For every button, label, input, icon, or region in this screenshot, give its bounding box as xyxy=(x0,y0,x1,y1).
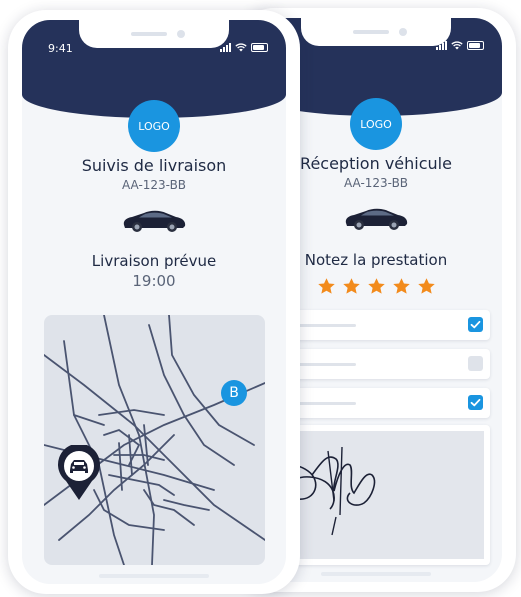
checkbox[interactable] xyxy=(468,317,483,332)
signal-icon xyxy=(436,40,447,50)
tracking-screen: 9:41 LOGO Suivis de livraison AA-123-BB … xyxy=(22,20,286,584)
brand-logo: LOGO xyxy=(128,100,180,152)
home-indicator xyxy=(99,574,209,578)
battery-icon xyxy=(467,40,484,50)
star-icon[interactable] xyxy=(392,277,411,296)
delivery-map[interactable]: B xyxy=(44,315,265,565)
star-icon[interactable] xyxy=(342,277,361,296)
status-icons xyxy=(436,40,484,50)
checkbox[interactable] xyxy=(468,356,483,371)
star-icon[interactable] xyxy=(417,277,436,296)
phone-notch xyxy=(79,20,229,48)
battery-icon xyxy=(251,42,268,52)
page-title: Suivis de livraison xyxy=(81,156,227,175)
status-icons xyxy=(220,42,268,52)
checkmark-icon xyxy=(470,320,481,329)
star-icon[interactable] xyxy=(317,277,336,296)
star-icon[interactable] xyxy=(367,277,386,296)
street-map xyxy=(44,315,265,565)
wifi-icon xyxy=(451,40,463,49)
car-pin-icon[interactable] xyxy=(57,445,101,501)
destination-marker[interactable]: B xyxy=(221,380,247,406)
brand-logo: LOGO xyxy=(350,98,402,150)
home-indicator xyxy=(321,572,431,576)
checkmark-icon xyxy=(470,398,481,407)
delivery-label: Livraison prévue xyxy=(91,252,217,270)
status-time: 9:41 xyxy=(48,42,73,55)
delivery-eta: 19:00 xyxy=(132,272,176,290)
car-icon xyxy=(123,210,186,232)
wifi-icon xyxy=(235,42,247,51)
license-plate: AA-123-BB xyxy=(121,178,187,192)
car-icon xyxy=(345,208,408,230)
checkbox[interactable] xyxy=(468,395,483,410)
tracking-phone: 9:41 LOGO Suivis de livraison AA-123-BB … xyxy=(8,10,300,594)
signal-icon xyxy=(220,42,231,52)
phone-notch xyxy=(301,18,451,46)
